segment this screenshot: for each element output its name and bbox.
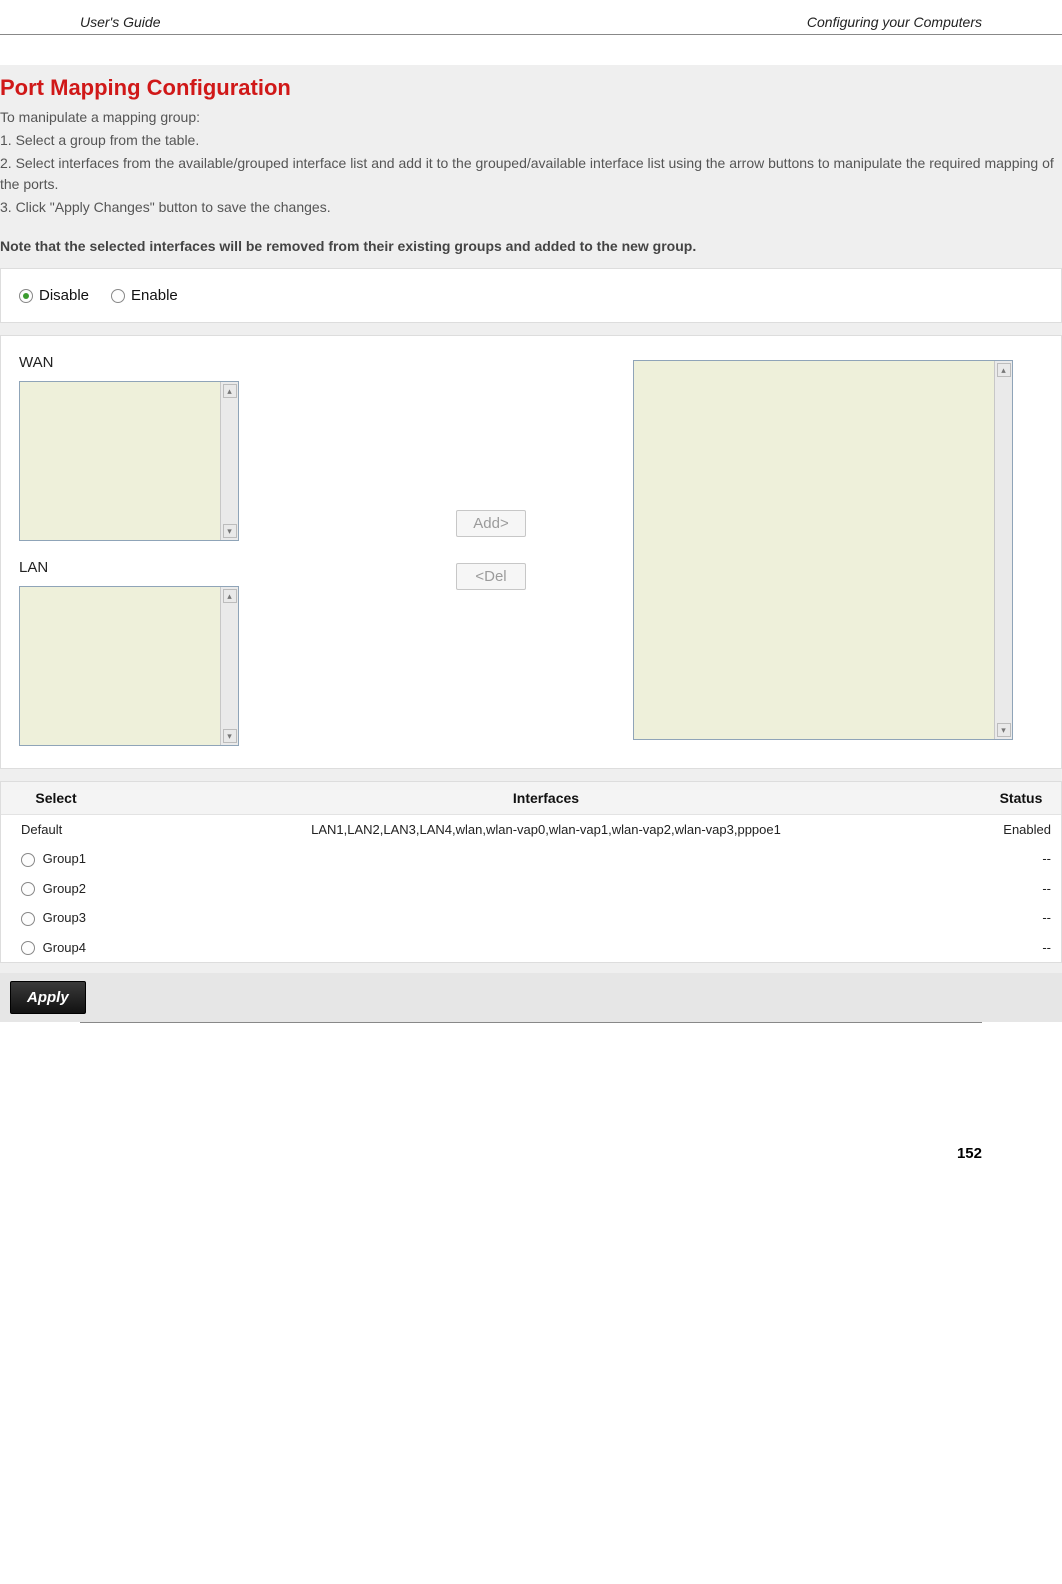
radio-icon[interactable] [21, 941, 35, 955]
row-status: Enabled [981, 815, 1061, 845]
scrollbar[interactable]: ▴ ▾ [220, 587, 238, 745]
row-status: -- [981, 903, 1061, 933]
table-row: Group2 -- [1, 874, 1061, 904]
intro-step-3: 3. Click "Apply Changes" button to save … [0, 197, 1062, 220]
row-select[interactable]: Group4 [43, 940, 86, 955]
row-interfaces [111, 903, 981, 933]
lan-label: LAN [19, 559, 349, 586]
scroll-down-icon[interactable]: ▾ [223, 524, 237, 538]
page-number: 152 [0, 1025, 1062, 1182]
radio-enable[interactable]: Enable [111, 287, 178, 304]
row-status: -- [981, 844, 1061, 874]
col-interfaces: Interfaces [111, 782, 981, 815]
row-select[interactable]: Group3 [43, 910, 86, 925]
intro-lead: To manipulate a mapping group: [0, 107, 1062, 130]
radio-disable[interactable]: Disable [19, 287, 89, 304]
header-left: User's Guide [80, 14, 160, 30]
wan-listbox[interactable]: ▴ ▾ [19, 381, 239, 541]
enable-panel: Disable Enable [0, 268, 1062, 323]
table-row: Group1 -- [1, 844, 1061, 874]
apply-button[interactable]: Apply [10, 981, 86, 1014]
scrollbar[interactable]: ▴ ▾ [220, 382, 238, 540]
radio-enable-label: Enable [131, 287, 178, 304]
intro-note: Note that the selected interfaces will b… [0, 220, 1062, 268]
radio-icon[interactable] [21, 853, 35, 867]
col-select: Select [1, 782, 111, 815]
grouped-listbox[interactable]: ▴ ▾ [633, 360, 1013, 740]
scroll-down-icon[interactable]: ▾ [223, 729, 237, 743]
lan-listbox[interactable]: ▴ ▾ [19, 586, 239, 746]
groups-table-panel: Select Interfaces Status Default LAN1,LA… [0, 781, 1062, 963]
radio-icon[interactable] [21, 912, 35, 926]
intro-step-2: 2. Select interfaces from the available/… [0, 153, 1062, 197]
groups-table: Select Interfaces Status Default LAN1,LA… [1, 782, 1061, 962]
table-row: Default LAN1,LAN2,LAN3,LAN4,wlan,wlan-va… [1, 815, 1061, 845]
row-select[interactable]: Group2 [43, 881, 86, 896]
row-status: -- [981, 933, 1061, 963]
table-row: Group4 -- [1, 933, 1061, 963]
col-status: Status [981, 782, 1061, 815]
row-select[interactable]: Group1 [43, 851, 86, 866]
row-interfaces [111, 874, 981, 904]
radio-icon [19, 289, 33, 303]
add-button[interactable]: Add> [456, 510, 526, 537]
scroll-up-icon[interactable]: ▴ [997, 363, 1011, 377]
row-interfaces [111, 844, 981, 874]
scroll-down-icon[interactable]: ▾ [997, 723, 1011, 737]
row-select: Default [1, 815, 111, 845]
page-title: Port Mapping Configuration [0, 71, 1062, 107]
wan-label: WAN [19, 354, 349, 381]
scroll-up-icon[interactable]: ▴ [223, 589, 237, 603]
interface-panel: WAN ▴ ▾ LAN ▴ ▾ [0, 335, 1062, 769]
table-row: Group3 -- [1, 903, 1061, 933]
del-button[interactable]: <Del [456, 563, 526, 590]
scroll-up-icon[interactable]: ▴ [223, 384, 237, 398]
radio-icon[interactable] [21, 882, 35, 896]
header-right: Configuring your Computers [807, 14, 982, 30]
row-status: -- [981, 874, 1061, 904]
scrollbar[interactable]: ▴ ▾ [994, 361, 1012, 739]
apply-bar: Apply [0, 973, 1062, 1022]
radio-disable-label: Disable [39, 287, 89, 304]
row-interfaces [111, 933, 981, 963]
row-interfaces: LAN1,LAN2,LAN3,LAN4,wlan,wlan-vap0,wlan-… [111, 815, 981, 845]
intro-step-1: 1. Select a group from the table. [0, 130, 1062, 153]
radio-icon [111, 289, 125, 303]
